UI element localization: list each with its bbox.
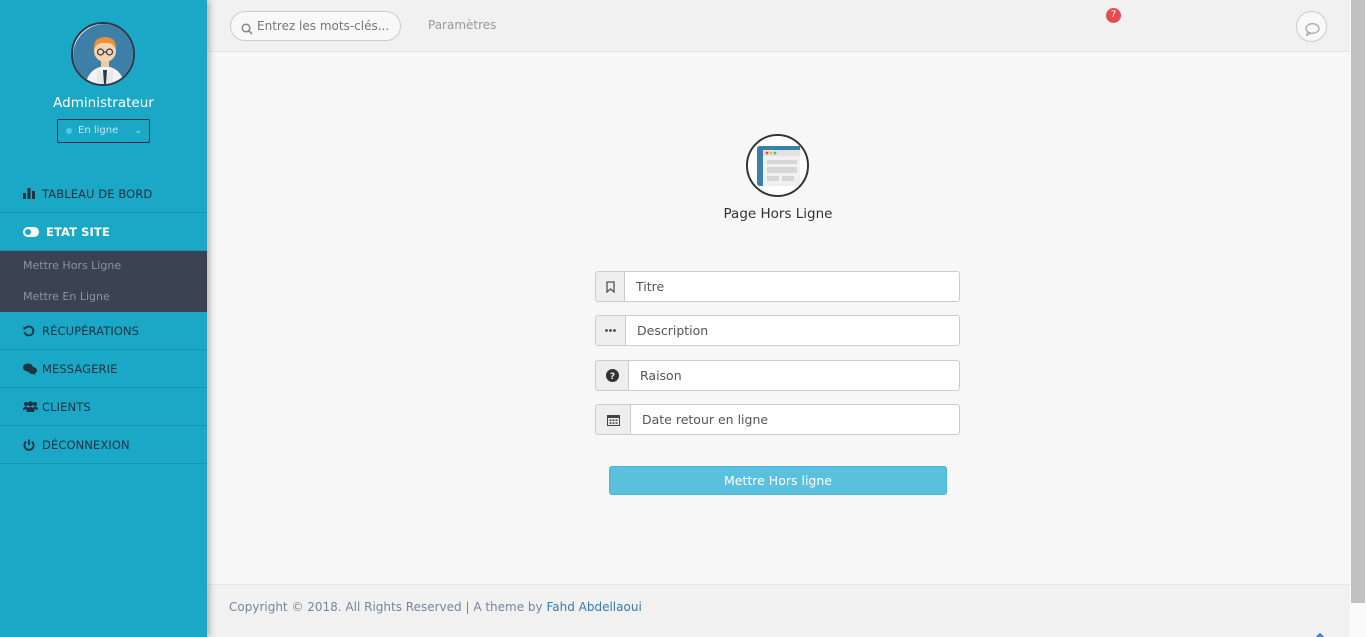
user-avatar[interactable] xyxy=(71,22,135,86)
copyright-text: Copyright © 2018. All Rights Reserved | … xyxy=(229,600,547,614)
sidebar-item-messaging[interactable]: MESSAGERIE xyxy=(0,350,207,388)
ellipsis-icon xyxy=(595,315,626,346)
power-icon xyxy=(23,439,39,451)
author-link[interactable]: Fahd Abdellaoui xyxy=(546,600,641,614)
sidebar-item-clients[interactable]: CLIENTS xyxy=(0,388,207,426)
description-field-group xyxy=(595,315,960,346)
status-select[interactable]: En ligne ⌄ xyxy=(57,119,150,143)
page-title: Page Hors Ligne xyxy=(723,206,833,222)
return-date-input[interactable] xyxy=(631,404,960,435)
sidebar: Administrateur En ligne ⌄ TABLEAU DE BOR… xyxy=(0,0,207,637)
sidebar-item-label: ETAT SITE xyxy=(46,224,110,239)
sidebar-item-logout[interactable]: DÉCONNEXION xyxy=(0,426,207,464)
offline-page-icon xyxy=(746,134,809,197)
scrollbar-thumb[interactable] xyxy=(1351,0,1365,603)
reason-field-group: ? xyxy=(595,360,960,391)
date-field-group xyxy=(595,404,960,435)
chevron-down-icon: ⌄ xyxy=(134,126,142,136)
settings-link[interactable]: Paramètres xyxy=(428,18,496,32)
footer: Copyright © 2018. All Rights Reserved | … xyxy=(207,584,1350,637)
notification-badge: 7 xyxy=(1106,8,1121,23)
undo-icon xyxy=(23,325,39,337)
username: Administrateur xyxy=(53,95,154,111)
reason-input[interactable] xyxy=(629,360,960,391)
title-field-group xyxy=(595,271,960,302)
submenu-item-online[interactable]: Mettre En Ligne xyxy=(0,282,207,313)
sidebar-menu: TABLEAU DE BORD ETAT SITE Mettre Hors Li… xyxy=(0,175,207,464)
sidebar-item-label: CLIENTS xyxy=(42,399,91,414)
online-dot-icon xyxy=(66,128,72,134)
set-offline-button[interactable]: Mettre Hors ligne xyxy=(609,466,947,495)
search-icon xyxy=(241,20,253,39)
search-input[interactable] xyxy=(257,17,395,35)
page-scrollbar[interactable] xyxy=(1350,0,1366,637)
chevron-up-icon[interactable] xyxy=(1313,626,1327,637)
sidebar-item-label: DÉCONNEXION xyxy=(42,437,130,452)
question-circle-icon: ? xyxy=(595,360,629,391)
users-icon xyxy=(23,401,39,412)
svg-text:?: ? xyxy=(609,372,614,382)
site-state-submenu: Mettre Hors Ligne Mettre En Ligne xyxy=(0,251,207,312)
sidebar-item-dashboard[interactable]: TABLEAU DE BORD xyxy=(0,175,207,213)
sidebar-item-recovery[interactable]: RÉCUPÉRATIONS xyxy=(0,312,207,350)
toggle-on-icon xyxy=(23,226,39,237)
bar-chart-icon xyxy=(23,188,39,199)
title-input[interactable] xyxy=(625,271,960,302)
search-box xyxy=(230,11,401,41)
sidebar-item-label: TABLEAU DE BORD xyxy=(42,186,153,201)
top-bar: Paramètres xyxy=(207,0,1350,52)
status-select-value: En ligne xyxy=(78,125,119,136)
calendar-icon xyxy=(595,404,631,435)
sidebar-item-label: MESSAGERIE xyxy=(42,361,118,376)
description-input[interactable] xyxy=(626,315,960,346)
sidebar-item-site-state[interactable]: ETAT SITE xyxy=(0,213,207,251)
chat-icon xyxy=(1305,21,1320,40)
submenu-item-offline[interactable]: Mettre Hors Ligne xyxy=(0,251,207,282)
chat-bubbles-icon xyxy=(23,363,39,375)
bookmark-icon xyxy=(595,271,625,302)
messages-button[interactable] xyxy=(1296,11,1327,42)
footer-text: Copyright © 2018. All Rights Reserved | … xyxy=(229,600,642,614)
sidebar-item-label: RÉCUPÉRATIONS xyxy=(42,323,140,338)
